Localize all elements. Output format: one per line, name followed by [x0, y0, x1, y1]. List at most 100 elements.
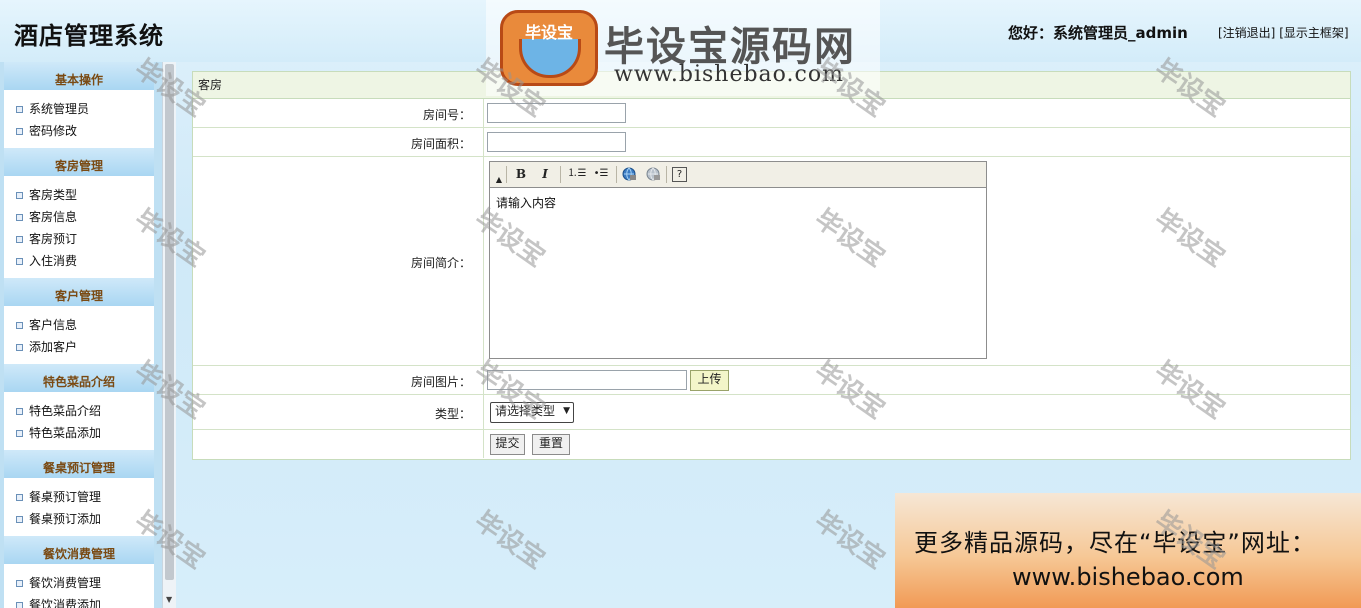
- chevron-down-icon: ▼: [563, 406, 570, 416]
- bullet-icon: [16, 344, 23, 351]
- sidebar-section-title[interactable]: 餐桌预订管理: [4, 450, 154, 478]
- upload-button[interactable]: 上传: [690, 370, 729, 391]
- promo-url[interactable]: www.bishebao.com: [1012, 563, 1244, 591]
- watermark-text: 毕设宝: [809, 505, 891, 576]
- sidebar-menu-item[interactable]: 特色菜品介绍: [4, 400, 154, 422]
- sidebar-menu-label: 餐桌预订管理: [29, 490, 102, 504]
- sidebar-menu-item[interactable]: 密码修改: [4, 120, 154, 142]
- bullet-icon: [16, 192, 23, 199]
- row-room-area: 房间面积：: [193, 128, 1350, 157]
- scrollbar-thumb[interactable]: [165, 64, 174, 580]
- sidebar-section-title[interactable]: 餐饮消费管理: [4, 536, 154, 564]
- row-room-number: 房间号：: [193, 99, 1350, 128]
- sidebar-menu-label: 添加客户: [29, 340, 78, 354]
- bullet-icon: [16, 494, 23, 501]
- reset-button[interactable]: 重置: [532, 434, 570, 455]
- bullet-icon: [16, 128, 23, 135]
- watermark-text: 毕设宝: [469, 505, 551, 576]
- toolbar-separator: [666, 166, 667, 183]
- sidebar-menu-item[interactable]: 餐桌预订管理: [4, 486, 154, 508]
- sidebar-menu-label: 系统管理员: [29, 102, 90, 116]
- rich-text-editor[interactable]: ▲ B I ⒈☰ •☰ ? 请输入内容: [489, 161, 987, 359]
- sidebar-menu: 基本操作系统管理员密码修改客房管理客房类型客房信息客房预订入住消费客户管理客户信…: [0, 62, 162, 608]
- room-form-panel: 客房 房间号： 房间面积： 房间简介： ▲ B I ⒈☰ •☰ ? 请输入内容 …: [192, 71, 1351, 460]
- sidebar-section-body: 餐饮消费管理餐饮消费添加: [4, 564, 154, 608]
- room-image-label: 房间图片：: [410, 375, 471, 389]
- sidebar-menu-item[interactable]: 系统管理员: [4, 98, 154, 120]
- sidebar-section-body: 客房类型客房信息客房预订入住消费: [4, 176, 154, 278]
- sidebar-menu-item[interactable]: 客房信息: [4, 206, 154, 228]
- sidebar-section-body: 系统管理员密码修改: [4, 90, 154, 148]
- bullet-icon: [16, 516, 23, 523]
- sidebar-menu-item[interactable]: 添加客户: [4, 336, 154, 358]
- sidebar: 基本操作系统管理员密码修改客房管理客房类型客房信息客房预订入住消费客户管理客户信…: [0, 62, 176, 608]
- watermark-badge-icon: 毕设宝: [500, 10, 598, 86]
- sidebar-menu-label: 客房预订: [29, 232, 78, 246]
- sidebar-menu-label: 餐桌预订添加: [29, 512, 102, 526]
- sidebar-menu-item[interactable]: 特色菜品添加: [4, 422, 154, 444]
- sidebar-menu-label: 餐饮消费管理: [29, 576, 102, 590]
- bullet-icon: [16, 602, 23, 608]
- bullet-icon: [16, 322, 23, 329]
- bold-icon[interactable]: B: [512, 166, 530, 182]
- promo-text: 更多精品源码，尽在“毕设宝”网址：: [914, 529, 1316, 557]
- submit-button[interactable]: 提交: [490, 434, 525, 455]
- sidebar-menu-label: 特色菜品添加: [29, 426, 102, 440]
- ordered-list-icon[interactable]: ⒈☰: [566, 166, 588, 182]
- italic-icon[interactable]: I: [536, 166, 554, 182]
- row-room-type: 类型： 请选择类型 ▼: [193, 395, 1350, 430]
- bullet-icon: [16, 430, 23, 437]
- sidebar-section-title[interactable]: 基本操作: [4, 62, 154, 90]
- sidebar-menu-item[interactable]: 餐桌预订添加: [4, 508, 154, 530]
- sidebar-menu-item[interactable]: 餐饮消费添加: [4, 594, 154, 608]
- sidebar-section-title[interactable]: 客户管理: [4, 278, 154, 306]
- sidebar-menu-item[interactable]: 客房预订: [4, 228, 154, 250]
- show-main-frame-link[interactable]: [显示主框架]: [1279, 26, 1348, 40]
- editor-content[interactable]: 请输入内容: [490, 188, 986, 217]
- room-number-label: 房间号：: [422, 108, 471, 122]
- sidebar-menu-item[interactable]: 客户信息: [4, 314, 154, 336]
- remove-link-icon[interactable]: [644, 166, 662, 182]
- system-title: 酒店管理系统: [14, 22, 164, 50]
- bullet-icon: [16, 258, 23, 265]
- user-greeting: 您好：系统管理员_admin: [1008, 24, 1188, 42]
- bullet-icon: [16, 408, 23, 415]
- logout-link[interactable]: [注销退出]: [1218, 26, 1275, 40]
- room-type-selected: 请选择类型: [495, 404, 556, 418]
- sidebar-menu-item[interactable]: 入住消费: [4, 250, 154, 272]
- help-icon[interactable]: ?: [672, 167, 687, 182]
- sidebar-section-title[interactable]: 客房管理: [4, 148, 154, 176]
- sidebar-menu-label: 餐饮消费添加: [29, 598, 102, 608]
- header-links: [注销退出] [显示主框架]: [1218, 24, 1349, 41]
- editor-toolbar: ▲ B I ⒈☰ •☰ ?: [490, 162, 986, 188]
- promo-banner: 更多精品源码，尽在“毕设宝”网址： www.bishebao.com: [895, 493, 1361, 608]
- unordered-list-icon[interactable]: •☰: [590, 166, 612, 182]
- sidebar-menu-label: 客房类型: [29, 188, 78, 202]
- sidebar-menu-label: 客房信息: [29, 210, 78, 224]
- toolbar-separator: [616, 166, 617, 183]
- sidebar-menu-label: 客户信息: [29, 318, 78, 332]
- sidebar-menu-item[interactable]: 餐饮消费管理: [4, 572, 154, 594]
- sidebar-section-body: 特色菜品介绍 特色菜品添加: [4, 392, 154, 450]
- row-room-image: 房间图片： 上传: [193, 366, 1350, 395]
- sidebar-scrollbar[interactable]: ▼: [162, 62, 176, 608]
- insert-link-icon[interactable]: [620, 166, 638, 182]
- sidebar-menu-item[interactable]: 客房类型: [4, 184, 154, 206]
- toolbar-separator: [506, 166, 507, 183]
- room-area-label: 房间面积：: [410, 137, 471, 151]
- bullet-icon: [16, 236, 23, 243]
- bullet-icon: [16, 580, 23, 587]
- sidebar-menu-label: 特色菜品介绍: [29, 404, 102, 418]
- room-image-input[interactable]: [487, 370, 687, 390]
- watermark-logo: 毕设宝 毕设宝源码网 www.bishebao.com: [486, 0, 880, 96]
- room-intro-label: 房间简介：: [410, 256, 471, 270]
- scroll-down-icon[interactable]: ▼: [166, 595, 172, 604]
- sidebar-section-body: 餐桌预订管理 餐桌预订添加: [4, 478, 154, 536]
- sidebar-section-title[interactable]: 特色菜品介绍: [4, 364, 154, 392]
- room-type-select[interactable]: 请选择类型 ▼: [490, 402, 574, 423]
- room-number-input[interactable]: [487, 103, 626, 123]
- room-type-label: 类型：: [434, 407, 471, 421]
- room-area-input[interactable]: [487, 132, 626, 152]
- watermark-url: www.bishebao.com: [614, 62, 844, 87]
- row-actions: 提交 重置: [193, 430, 1350, 458]
